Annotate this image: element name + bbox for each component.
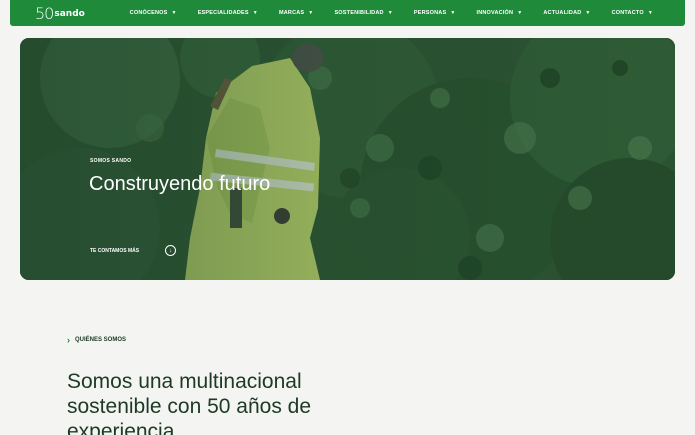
logo-word: sando [54,9,85,19]
nav-item-especialidades[interactable]: ESPECIALIDADES ▼ [198,10,258,16]
about-section-tag: › QUIÉNES SOMOS [67,335,127,345]
nav-item-label: SOSTENIBILIDAD [334,10,384,16]
chevron-down-icon: ▼ [647,9,653,16]
hero-title: Construyendo futuro [89,173,271,195]
nav-item-conocenos[interactable]: CONÓCENOS ▼ [130,10,177,16]
nav-item-marcas[interactable]: MARCAS ▼ [279,10,314,16]
hero-cta-button[interactable]: TE CONTAMOS MÁS ↓ [90,245,177,256]
nav-item-label: MARCAS [278,10,305,16]
top-navigation-bar: 50 sando CONÓCENOS ▼ ESPECIALIDADES ▼ MARC… [10,0,685,26]
hero-eyebrow: SOMOS SANDO [90,158,132,164]
about-heading: Somos una multinacional sostenible con 5… [67,370,312,435]
chevron-right-icon: › [67,335,70,345]
nav-item-label: ESPECIALIDADES [197,10,249,16]
nav-item-actualidad[interactable]: ACTUALIDAD ▼ [543,10,590,16]
main-nav: CONÓCENOS ▼ ESPECIALIDADES ▼ MARCAS ▼ SOSTE… [130,0,653,26]
chevron-down-icon: ▼ [585,9,591,16]
nav-item-label: CONTACTO [611,10,644,16]
nav-item-label: CONÓCENOS [129,10,168,16]
chevron-down-icon: ▼ [171,9,177,16]
nav-item-label: INNOVACIÓN [476,10,514,16]
nav-item-innovacion[interactable]: INNOVACIÓN ▼ [476,10,522,16]
chevron-down-icon: ▼ [387,9,393,16]
sando-50-logo[interactable]: 50 sando [35,4,85,22]
nav-item-sostenibilidad[interactable]: SOSTENIBILIDAD ▼ [334,10,392,16]
nav-item-label: ACTUALIDAD [543,10,582,16]
nav-item-personas[interactable]: PERSONAS ▼ [414,10,456,16]
chevron-down-icon: ▼ [450,9,456,16]
logo-number: 50 [35,4,54,23]
about-tag-label: QUIÉNES SOMOS [75,337,127,343]
hero-cta-label: TE CONTAMOS MÁS [90,247,140,254]
nav-item-contacto[interactable]: CONTACTO ▼ [612,10,653,16]
chevron-down-icon: ▼ [252,9,258,16]
chevron-down-icon: ▼ [517,9,523,16]
chevron-down-icon: ▼ [308,9,314,16]
hero-banner: SOMOS SANDO Construyendo futuro TE CONTA… [20,38,675,280]
arrow-down-icon: ↓ [165,245,177,256]
nav-item-label: PERSONAS [413,10,447,16]
